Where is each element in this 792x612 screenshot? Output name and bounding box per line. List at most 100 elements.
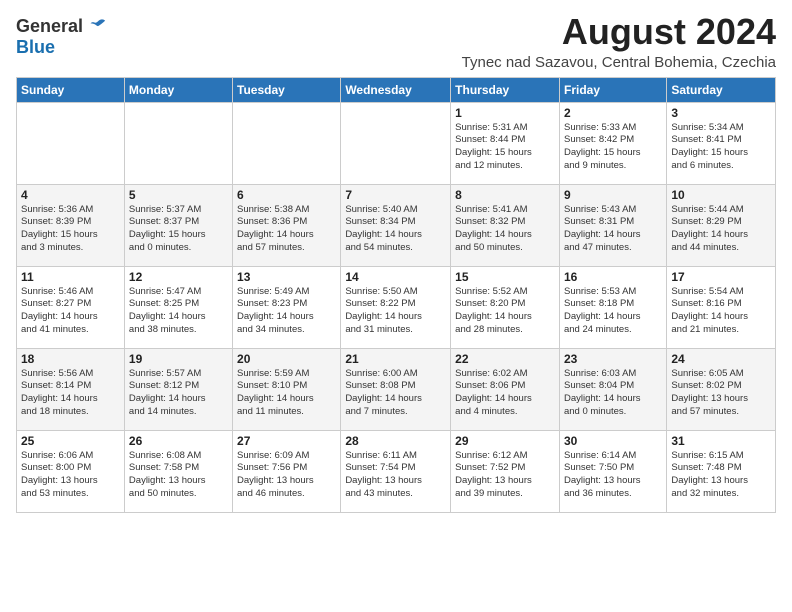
day-cell: 19 Sunrise: 5:57 AM Sunset: 8:12 PM Dayli… xyxy=(124,348,232,430)
logo-bird-icon xyxy=(85,16,107,38)
header: General Blue August 2024 Tynec nad Sazav… xyxy=(16,12,776,71)
day-number: 3 xyxy=(671,106,771,120)
day-number: 11 xyxy=(21,270,120,284)
day-info: Sunrise: 5:43 AM Sunset: 8:31 PM Dayligh… xyxy=(564,204,662,255)
day-number: 1 xyxy=(455,106,555,120)
day-info: Sunrise: 6:05 AM Sunset: 8:02 PM Dayligh… xyxy=(671,368,771,419)
day-number: 9 xyxy=(564,188,662,202)
day-cell: 29 Sunrise: 6:12 AM Sunset: 7:52 PM Dayli… xyxy=(451,430,560,512)
logo: General Blue xyxy=(16,16,107,58)
day-info: Sunrise: 5:34 AM Sunset: 8:41 PM Dayligh… xyxy=(671,122,771,173)
day-info: Sunrise: 5:44 AM Sunset: 8:29 PM Dayligh… xyxy=(671,204,771,255)
day-info: Sunrise: 6:03 AM Sunset: 8:04 PM Dayligh… xyxy=(564,368,662,419)
day-number: 12 xyxy=(129,270,228,284)
day-number: 4 xyxy=(21,188,120,202)
day-number: 5 xyxy=(129,188,228,202)
day-cell: 3 Sunrise: 5:34 AM Sunset: 8:41 PM Daylig… xyxy=(667,102,776,184)
day-number: 20 xyxy=(237,352,336,366)
day-info: Sunrise: 5:33 AM Sunset: 8:42 PM Dayligh… xyxy=(564,122,662,173)
day-number: 14 xyxy=(345,270,446,284)
day-cell: 22Sunrise: 6:02 AM Sunset: 8:06 PM Dayli… xyxy=(451,348,560,430)
logo-general: General xyxy=(16,17,83,37)
day-number: 26 xyxy=(129,434,228,448)
day-cell: 13Sunrise: 5:49 AM Sunset: 8:23 PM Dayli… xyxy=(233,266,341,348)
day-info: Sunrise: 6:14 AM Sunset: 7:50 PM Dayligh… xyxy=(564,450,662,501)
col-header-thursday: Thursday xyxy=(451,77,560,102)
day-cell: 6Sunrise: 5:38 AM Sunset: 8:36 PM Daylig… xyxy=(233,184,341,266)
week-row-3: 11 Sunrise: 5:46 AM Sunset: 8:27 PM Dayli… xyxy=(17,266,776,348)
day-cell: 8Sunrise: 5:41 AM Sunset: 8:32 PM Daylig… xyxy=(451,184,560,266)
day-cell: 27 Sunrise: 6:09 AM Sunset: 7:56 PM Dayli… xyxy=(233,430,341,512)
col-header-wednesday: Wednesday xyxy=(341,77,451,102)
day-number: 27 xyxy=(237,434,336,448)
month-year: August 2024 xyxy=(462,12,776,52)
week-row-2: 4 Sunrise: 5:36 AM Sunset: 8:39 PM Daylig… xyxy=(17,184,776,266)
title-block: August 2024 Tynec nad Sazavou, Central B… xyxy=(462,12,776,71)
day-number: 7 xyxy=(345,188,446,202)
day-cell xyxy=(17,102,125,184)
day-number: 10 xyxy=(671,188,771,202)
day-cell: 11 Sunrise: 5:46 AM Sunset: 8:27 PM Dayli… xyxy=(17,266,125,348)
day-number: 19 xyxy=(129,352,228,366)
calendar-body: 1 Sunrise: 5:31 AM Sunset: 8:44 PM Daylig… xyxy=(17,102,776,512)
day-number: 30 xyxy=(564,434,662,448)
day-cell: 17 Sunrise: 5:54 AM Sunset: 8:16 PM Dayli… xyxy=(667,266,776,348)
day-info: Sunrise: 5:57 AM Sunset: 8:12 PM Dayligh… xyxy=(129,368,228,419)
day-info: Sunrise: 6:15 AM Sunset: 7:48 PM Dayligh… xyxy=(671,450,771,501)
day-info: Sunrise: 5:56 AM Sunset: 8:14 PM Dayligh… xyxy=(21,368,120,419)
day-cell xyxy=(233,102,341,184)
day-info: Sunrise: 6:11 AM Sunset: 7:54 PM Dayligh… xyxy=(345,450,446,501)
day-cell: 21Sunrise: 6:00 AM Sunset: 8:08 PM Dayli… xyxy=(341,348,451,430)
day-cell: 4 Sunrise: 5:36 AM Sunset: 8:39 PM Daylig… xyxy=(17,184,125,266)
day-number: 15 xyxy=(455,270,555,284)
day-number: 23 xyxy=(564,352,662,366)
day-number: 28 xyxy=(345,434,446,448)
page: General Blue August 2024 Tynec nad Sazav… xyxy=(0,0,792,521)
day-cell xyxy=(341,102,451,184)
col-header-monday: Monday xyxy=(124,77,232,102)
week-row-1: 1 Sunrise: 5:31 AM Sunset: 8:44 PM Daylig… xyxy=(17,102,776,184)
day-cell xyxy=(124,102,232,184)
day-cell: 15 Sunrise: 5:52 AM Sunset: 8:20 PM Dayli… xyxy=(451,266,560,348)
day-cell: 12 Sunrise: 5:47 AM Sunset: 8:25 PM Dayli… xyxy=(124,266,232,348)
day-cell: 14Sunrise: 5:50 AM Sunset: 8:22 PM Dayli… xyxy=(341,266,451,348)
day-info: Sunrise: 5:37 AM Sunset: 8:37 PM Dayligh… xyxy=(129,204,228,255)
day-number: 31 xyxy=(671,434,771,448)
col-header-sunday: Sunday xyxy=(17,77,125,102)
day-cell: 25 Sunrise: 6:06 AM Sunset: 8:00 PM Dayli… xyxy=(17,430,125,512)
day-info: Sunrise: 6:02 AM Sunset: 8:06 PM Dayligh… xyxy=(455,368,555,419)
day-info: Sunrise: 6:06 AM Sunset: 8:00 PM Dayligh… xyxy=(21,450,120,501)
day-info: Sunrise: 5:31 AM Sunset: 8:44 PM Dayligh… xyxy=(455,122,555,173)
day-info: Sunrise: 5:54 AM Sunset: 8:16 PM Dayligh… xyxy=(671,286,771,337)
day-cell: 30 Sunrise: 6:14 AM Sunset: 7:50 PM Dayli… xyxy=(559,430,666,512)
day-number: 6 xyxy=(237,188,336,202)
day-info: Sunrise: 5:47 AM Sunset: 8:25 PM Dayligh… xyxy=(129,286,228,337)
day-info: Sunrise: 5:40 AM Sunset: 8:34 PM Dayligh… xyxy=(345,204,446,255)
day-cell: 28 Sunrise: 6:11 AM Sunset: 7:54 PM Dayli… xyxy=(341,430,451,512)
week-row-5: 25 Sunrise: 6:06 AM Sunset: 8:00 PM Dayli… xyxy=(17,430,776,512)
day-info: Sunrise: 5:36 AM Sunset: 8:39 PM Dayligh… xyxy=(21,204,120,255)
col-header-saturday: Saturday xyxy=(667,77,776,102)
location: Tynec nad Sazavou, Central Bohemia, Czec… xyxy=(462,54,776,71)
calendar-header-row: SundayMondayTuesdayWednesdayThursdayFrid… xyxy=(17,77,776,102)
day-cell: 23 Sunrise: 6:03 AM Sunset: 8:04 PM Dayli… xyxy=(559,348,666,430)
day-cell: 18 Sunrise: 5:56 AM Sunset: 8:14 PM Dayli… xyxy=(17,348,125,430)
calendar: SundayMondayTuesdayWednesdayThursdayFrid… xyxy=(16,77,776,513)
day-number: 18 xyxy=(21,352,120,366)
day-info: Sunrise: 6:00 AM Sunset: 8:08 PM Dayligh… xyxy=(345,368,446,419)
day-cell: 20Sunrise: 5:59 AM Sunset: 8:10 PM Dayli… xyxy=(233,348,341,430)
day-cell: 5 Sunrise: 5:37 AM Sunset: 8:37 PM Daylig… xyxy=(124,184,232,266)
day-cell: 2Sunrise: 5:33 AM Sunset: 8:42 PM Daylig… xyxy=(559,102,666,184)
day-info: Sunrise: 6:09 AM Sunset: 7:56 PM Dayligh… xyxy=(237,450,336,501)
day-number: 25 xyxy=(21,434,120,448)
day-cell: 26Sunrise: 6:08 AM Sunset: 7:58 PM Dayli… xyxy=(124,430,232,512)
day-number: 24 xyxy=(671,352,771,366)
day-info: Sunrise: 5:52 AM Sunset: 8:20 PM Dayligh… xyxy=(455,286,555,337)
day-info: Sunrise: 6:12 AM Sunset: 7:52 PM Dayligh… xyxy=(455,450,555,501)
week-row-4: 18 Sunrise: 5:56 AM Sunset: 8:14 PM Dayli… xyxy=(17,348,776,430)
logo-blue: Blue xyxy=(16,37,55,57)
day-number: 29 xyxy=(455,434,555,448)
day-number: 17 xyxy=(671,270,771,284)
day-info: Sunrise: 5:53 AM Sunset: 8:18 PM Dayligh… xyxy=(564,286,662,337)
day-info: Sunrise: 5:46 AM Sunset: 8:27 PM Dayligh… xyxy=(21,286,120,337)
